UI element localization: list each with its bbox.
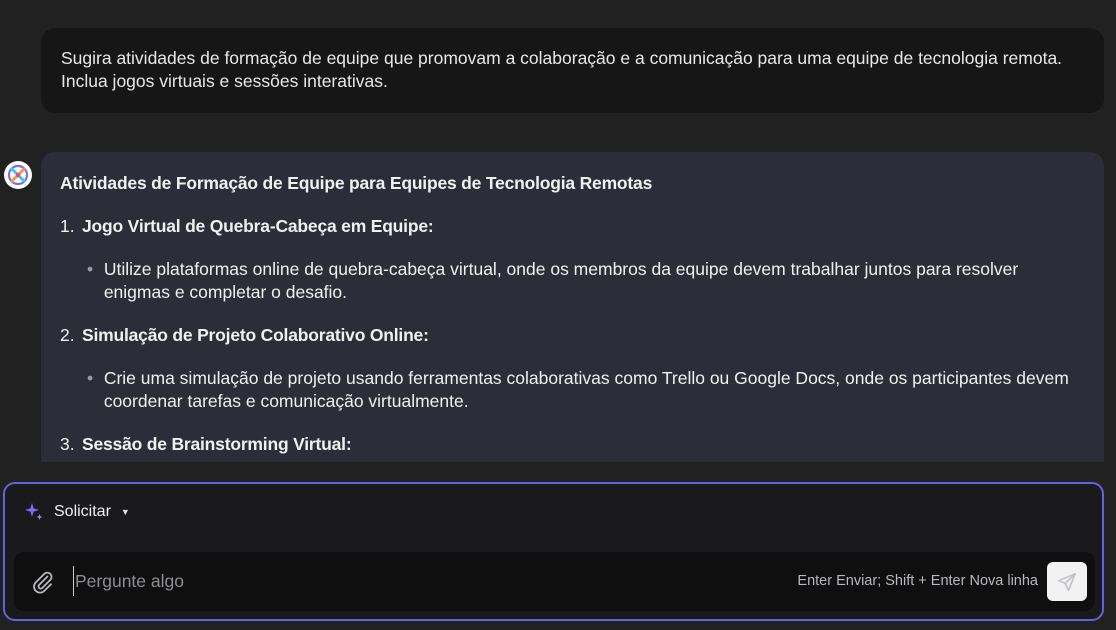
list-item-bullet: Utilize plataformas online de quebra-cab… (103, 259, 1019, 302)
paperclip-icon[interactable] (30, 569, 56, 595)
send-button[interactable] (1047, 562, 1087, 601)
list-item-label: Sessão de Brainstorming Virtual: (82, 434, 352, 454)
send-shortcut-hint: Enter Enviar; Shift + Enter Nova linha (797, 573, 1038, 589)
list-item-label: Jogo Virtual de Quebra-Cabeça em Equipe: (82, 216, 434, 236)
list-item-bullet: Crie uma simulação de projeto usando fer… (103, 368, 1069, 411)
user-message: Sugira atividades de formação de equipe … (41, 28, 1104, 113)
input-row: Enter Enviar; Shift + Enter Nova linha (14, 552, 1095, 611)
bullet-dot: • (87, 259, 94, 279)
prompt-composer: Solicitar ▼ Enter Enviar; Shift + Enter … (3, 482, 1104, 621)
mode-label: Solicitar (54, 503, 111, 520)
list-item-number: 1. (60, 216, 75, 236)
list-item: 2. Simulação de Projeto Colaborativo Onl… (60, 324, 1084, 413)
sparkle-icon (24, 502, 44, 522)
assistant-title: Atividades de Formação de Equipe para Eq… (60, 173, 653, 193)
user-message-text: Sugira atividades de formação de equipe … (61, 48, 1063, 91)
bot-avatar (4, 161, 32, 189)
list-item-label: Simulação de Projeto Colaborativo Online… (82, 325, 429, 345)
mode-selector[interactable]: Solicitar ▼ (24, 502, 130, 522)
prompt-input[interactable] (73, 566, 723, 596)
send-icon (1057, 572, 1077, 591)
bullet-dot: • (87, 368, 94, 388)
list-item: 1. Jogo Virtual de Quebra-Cabeça em Equi… (60, 215, 1084, 304)
list-item-number: 2. (60, 325, 75, 345)
assistant-message: Atividades de Formação de Equipe para Eq… (41, 152, 1104, 462)
caret-down-icon: ▼ (120, 507, 130, 517)
list-item-number: 3. (60, 434, 75, 454)
bot-logo-icon (7, 164, 29, 186)
list-item: 3. Sessão de Brainstorming Virtual: (60, 433, 1084, 456)
